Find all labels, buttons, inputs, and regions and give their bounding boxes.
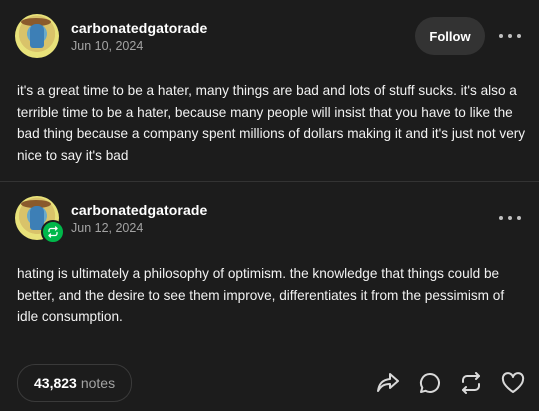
reblog-icon[interactable] [458,371,484,395]
reblog-header: carbonatedgatorade Jun 12, 2024 [15,196,207,244]
reblog-meta: carbonatedgatorade Jun 12, 2024 [71,202,207,235]
avatar[interactable] [15,196,65,244]
reblog-body: hating is ultimately a philosophy of opt… [17,266,505,325]
username[interactable]: carbonatedgatorade [71,202,207,218]
reblog-badge-icon [41,220,65,244]
more-options-icon[interactable] [499,213,521,223]
username[interactable]: carbonatedgatorade [71,20,207,36]
more-options-icon[interactable] [499,31,521,41]
notes-count: 43,823 [34,375,77,391]
share-icon[interactable] [375,371,401,395]
post-date[interactable]: Jun 10, 2024 [71,39,207,53]
notes-button[interactable]: 43,823 notes [17,364,133,402]
post-body: it's a great time to be a hater, many th… [17,83,526,164]
follow-button[interactable]: Follow [415,17,485,55]
divider [0,181,539,182]
tumblr-post: carbonatedgatorade Jun 10, 2024 Follow i… [0,0,539,411]
post-meta: carbonatedgatorade Jun 10, 2024 [71,20,207,53]
post-header: carbonatedgatorade Jun 10, 2024 [15,14,207,58]
avatar-figure-shape [30,24,44,48]
like-icon[interactable] [500,371,526,395]
post-date[interactable]: Jun 12, 2024 [71,221,207,235]
avatar[interactable] [15,14,59,58]
reply-icon[interactable] [417,371,443,395]
notes-label: notes [80,375,116,391]
